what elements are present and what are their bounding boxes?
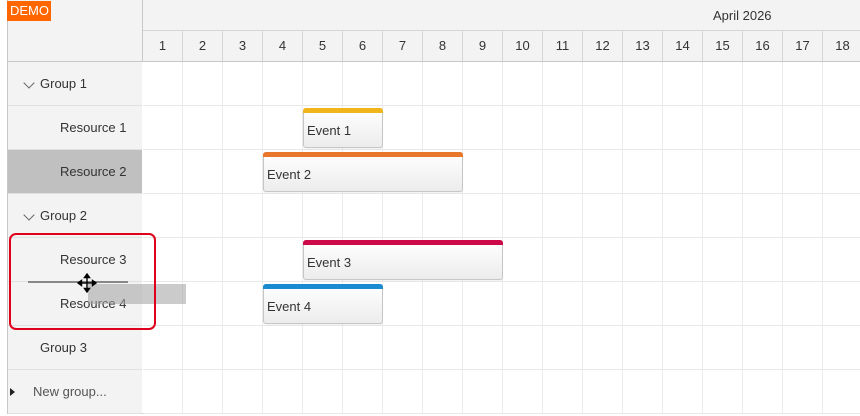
grid-row-line [143,193,860,194]
day-header-cell: 14 [663,31,703,61]
resource-row-header[interactable]: Resource 1 [8,106,142,150]
grid-column-line [742,62,743,414]
day-header-cell: 11 [543,31,583,61]
group-row-header[interactable]: Group 1 [8,62,142,106]
day-header-cell: 18 [823,31,860,61]
grid-column-line [662,62,663,414]
row-label: Group 1 [40,76,87,91]
grid-row-line [143,105,860,106]
scheduler-grid[interactable]: Event 1 Event 2 Event 3 Event 4 [143,62,860,414]
grid-row-line [143,281,860,282]
grid-column-line [222,62,223,414]
event-label: Event 4 [267,299,312,314]
resource-row-header[interactable]: Resource 2 [8,150,142,194]
grid-column-line [822,62,823,414]
row-label: Group 3 [40,340,87,355]
grid-row-line [143,237,860,238]
month-label: April 2026 [713,8,772,23]
grid-column-line [702,62,703,414]
row-label: Group 2 [40,208,87,223]
day-header-cell: 17 [783,31,823,61]
event-box[interactable]: Event 4 [263,284,383,324]
day-header-cell: 9 [463,31,503,61]
event-box[interactable]: Event 1 [303,108,383,148]
demo-badge: DEMO [7,1,51,21]
chevron-down-icon[interactable] [23,209,35,221]
event-label: Event 3 [307,255,352,270]
event-box[interactable]: Event 2 [263,152,463,192]
grid-column-line [182,62,183,414]
month-header-row: April 2026 [143,0,860,31]
day-header-cell: 8 [423,31,463,61]
scheduler: April 2026 1 2 3 4 5 6 7 8 9 10 11 12 13 14 15 16 17 18 G… [7,0,860,414]
event-label: Event 1 [307,123,352,138]
time-header: April 2026 1 2 3 4 5 6 7 8 9 10 11 12 13 14 15 16 17 18 [143,0,860,62]
day-header-cell: 16 [743,31,783,61]
drag-highlight-box [9,233,156,330]
grid-column-line [542,62,543,414]
day-header-cell: 4 [263,31,303,61]
grid-column-line [622,62,623,414]
day-header-cell: 15 [703,31,743,61]
day-header-cell: 3 [223,31,263,61]
grid-row-line [143,149,860,150]
new-group-row[interactable]: New group... [8,370,142,414]
triangle-right-icon[interactable] [10,388,15,396]
grid-column-line [582,62,583,414]
day-header-cell: 6 [343,31,383,61]
day-header-cell: 13 [623,31,663,61]
grid-column-line [262,62,263,414]
group-row-header[interactable]: Group 3 [8,326,142,370]
grid-row-line [143,325,860,326]
row-label: Resource 2 [60,164,127,179]
grid-column-line [422,62,423,414]
row-label: New group... [33,384,107,399]
grid-column-line [502,62,503,414]
day-header-cell: 7 [383,31,423,61]
row-label: Resource 1 [60,120,127,135]
day-header-cell: 5 [303,31,343,61]
group-row-header[interactable]: Group 2 [8,194,142,238]
grid-column-line [462,62,463,414]
event-label: Event 2 [267,167,312,182]
chevron-down-icon[interactable] [23,77,35,89]
day-header-cell: 10 [503,31,543,61]
day-header-cell: 1 [143,31,183,61]
event-box[interactable]: Event 3 [303,240,503,280]
grid-column-line [782,62,783,414]
grid-row-line [143,413,860,414]
grid-row-line [143,369,860,370]
day-header-cell: 2 [183,31,223,61]
day-header-cell: 12 [583,31,623,61]
